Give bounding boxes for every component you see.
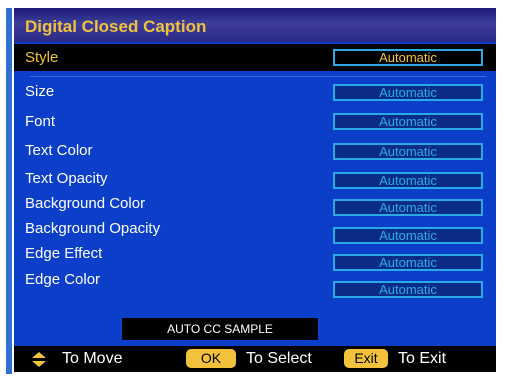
menu-label-style[interactable]: Style [25, 49, 58, 66]
exit-key-badge: Exit [344, 349, 388, 368]
menu-label-background-color[interactable]: Background Color [25, 195, 145, 212]
cc-sample-preview: AUTO CC SAMPLE [122, 318, 318, 340]
menu-value-style[interactable]: Automatic [333, 49, 483, 66]
menu-label-text-color[interactable]: Text Color [25, 142, 93, 159]
menu-value-size[interactable]: Automatic [333, 84, 483, 101]
up-down-arrow-icon [32, 352, 46, 367]
footer-select-label: To Select [246, 350, 312, 367]
footer-exit-label: To Exit [398, 350, 447, 367]
left-accent-stripe [6, 8, 12, 374]
menu-value-edge-effect[interactable]: Automatic [333, 254, 483, 271]
menu-value-text-opacity[interactable]: Automatic [333, 172, 483, 189]
menu-label-size[interactable]: Size [25, 83, 54, 100]
menu-label-text-opacity[interactable]: Text Opacity [25, 170, 108, 187]
menu-title: Digital Closed Caption [25, 17, 207, 36]
menu-value-edge-color[interactable]: Automatic [333, 281, 483, 298]
menu-value-font[interactable]: Automatic [333, 113, 483, 130]
menu-label-edge-effect[interactable]: Edge Effect [25, 245, 102, 262]
menu-divider [30, 76, 486, 77]
menu-label-font[interactable]: Font [25, 113, 55, 130]
menu-value-background-color[interactable]: Automatic [333, 199, 483, 216]
menu-label-edge-color[interactable]: Edge Color [25, 271, 100, 288]
footer-move-label: To Move [62, 350, 123, 367]
ok-key-badge: OK [186, 349, 236, 368]
menu-value-text-color[interactable]: Automatic [333, 143, 483, 160]
menu-label-background-opacity[interactable]: Background Opacity [25, 220, 160, 237]
osd-screen: Digital Closed Caption Style Automatic S… [0, 0, 505, 378]
menu-value-background-opacity[interactable]: Automatic [333, 227, 483, 244]
